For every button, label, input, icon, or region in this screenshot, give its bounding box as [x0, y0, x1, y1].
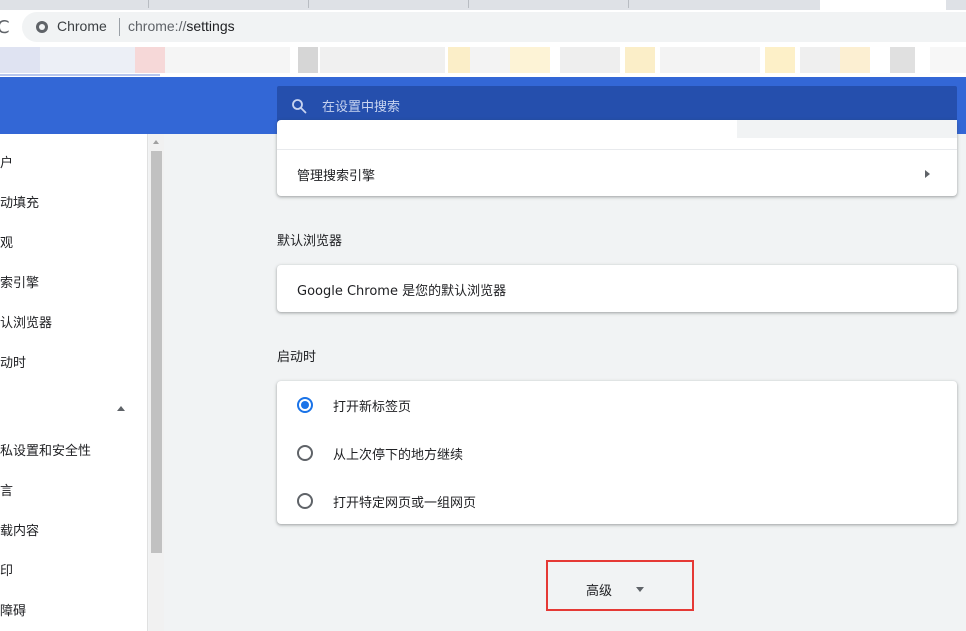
chevron-down-icon[interactable] — [636, 587, 644, 592]
radio-open-specific-pages[interactable] — [297, 493, 313, 509]
sidebar-item-appearance[interactable]: 观 — [0, 232, 13, 251]
option-open-new-tab-label[interactable]: 打开新标签页 — [333, 396, 411, 415]
url-scheme: chrome:// — [128, 18, 187, 34]
default-browser-status: Google Chrome 是您的默认浏览器 — [297, 284, 507, 299]
bookmark-blurred[interactable] — [298, 47, 318, 73]
sidebar-item-printing[interactable]: 印 — [0, 560, 13, 579]
reload-icon[interactable]: C — [0, 17, 10, 38]
sidebar-item-autofill[interactable]: 动填充 — [0, 192, 39, 211]
sidebar-item-languages[interactable]: 言 — [0, 480, 13, 499]
search-placeholder[interactable]: 在设置中搜索 — [322, 96, 400, 115]
chevron-right-icon[interactable] — [925, 170, 930, 178]
default-browser-card: Google Chrome 是您的默认浏览器 — [277, 265, 957, 312]
bookmark-blurred[interactable] — [660, 47, 760, 73]
row-divider — [277, 149, 957, 150]
sidebar-item-on-startup[interactable]: 动时 — [0, 352, 26, 371]
bookmark-blurred[interactable] — [840, 47, 870, 73]
chrome-page-icon[interactable] — [36, 21, 48, 33]
omnibox-brand-label: Chrome — [57, 18, 107, 34]
bookmark-blurred[interactable] — [0, 47, 40, 73]
dropdown-remnant — [737, 120, 957, 138]
option-specific-pages-label[interactable]: 打开特定网页或一组网页 — [333, 492, 476, 511]
bookmark-blurred[interactable] — [510, 47, 550, 73]
bookmark-blurred[interactable] — [800, 47, 840, 73]
active-tab[interactable] — [820, 0, 946, 10]
bookmark-blurred[interactable] — [165, 47, 290, 73]
bookmark-blurred[interactable] — [625, 47, 655, 73]
sidebar-item-accounts[interactable]: 户 — [0, 152, 13, 171]
advanced-collapse-icon[interactable] — [117, 406, 125, 411]
bookmark-blurred[interactable] — [320, 47, 445, 73]
bookmark-underline — [0, 74, 160, 76]
settings-sidebar: 户 动填充 观 索引擎 认浏览器 动时 私设置和安全性 言 载内容 印 障碍 — [0, 134, 148, 631]
bookmark-blurred[interactable] — [560, 47, 620, 73]
sidebar-item-accessibility[interactable]: 障碍 — [0, 600, 26, 619]
omnibox-divider — [119, 18, 120, 36]
tab-separator — [628, 0, 629, 8]
tab-separator — [308, 0, 309, 8]
bookmarks-bar — [0, 44, 966, 77]
search-engine-card — [277, 120, 957, 196]
tab-separator — [468, 0, 469, 8]
scroll-thumb[interactable] — [151, 151, 162, 553]
tab-separator — [148, 0, 149, 8]
omnibox[interactable]: Chrome chrome://settings — [22, 12, 966, 42]
search-icon[interactable] — [291, 98, 307, 114]
sidebar-item-downloads[interactable]: 载内容 — [0, 520, 39, 539]
omnibox-url[interactable]: chrome://settings — [128, 18, 235, 34]
on-startup-title: 启动时 — [277, 350, 317, 365]
sidebar-item-default-browser[interactable]: 认浏览器 — [0, 312, 52, 331]
tab-strip — [0, 0, 966, 10]
bookmark-blurred[interactable] — [135, 47, 165, 73]
advanced-label[interactable]: 高级 — [586, 580, 612, 599]
scroll-up-arrow-icon[interactable] — [153, 140, 159, 144]
manage-search-engines-label[interactable]: 管理搜索引擎 — [297, 165, 375, 184]
bookmark-blurred[interactable] — [448, 47, 470, 73]
on-startup-card: 打开新标签页 从上次停下的地方继续 打开特定网页或一组网页 — [277, 381, 957, 524]
browser-toolbar: C Chrome chrome://settings — [0, 10, 966, 44]
bookmark-blurred[interactable] — [765, 47, 795, 73]
advanced-button[interactable]: 高级 — [546, 560, 694, 611]
bookmark-blurred[interactable] — [890, 47, 915, 73]
url-host: settings — [186, 18, 235, 34]
option-continue-label[interactable]: 从上次停下的地方继续 — [333, 444, 463, 463]
radio-open-new-tab[interactable] — [297, 397, 313, 413]
sidebar-item-search-engine[interactable]: 索引擎 — [0, 272, 39, 291]
sidebar-item-privacy[interactable]: 私设置和安全性 — [0, 440, 91, 459]
default-browser-title: 默认浏览器 — [277, 234, 343, 249]
sidebar-scrollbar[interactable] — [149, 134, 164, 631]
bookmark-blurred[interactable] — [930, 47, 966, 73]
bookmark-blurred[interactable] — [470, 47, 510, 73]
radio-continue-where-left[interactable] — [297, 445, 313, 461]
bookmark-blurred[interactable] — [40, 47, 135, 73]
